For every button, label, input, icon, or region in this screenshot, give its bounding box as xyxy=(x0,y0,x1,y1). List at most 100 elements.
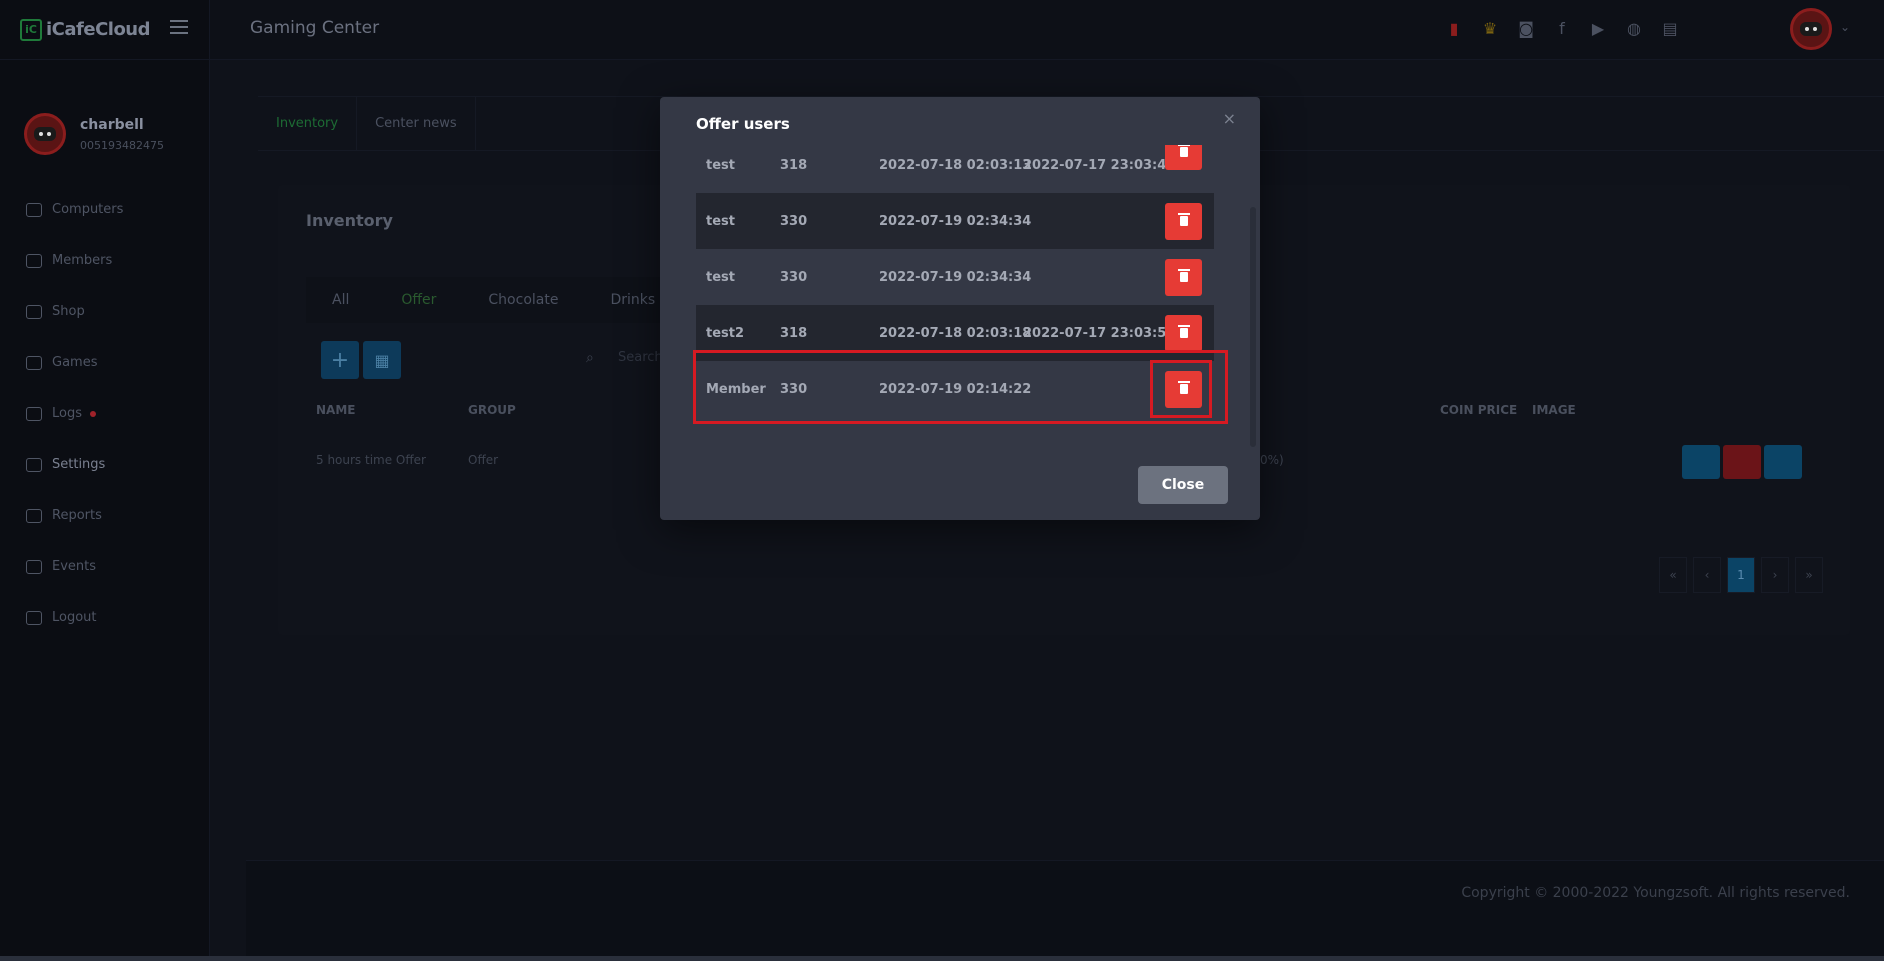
sidebar-item-members[interactable]: Members xyxy=(0,235,209,286)
brand: iC iCafeCloud xyxy=(0,0,209,60)
user-name: test xyxy=(706,213,735,229)
users-icon xyxy=(26,253,42,268)
profile-name: charbell xyxy=(80,116,144,133)
user-date-end: 2022-07-17 23:03:52 xyxy=(1023,325,1176,341)
delete-button[interactable] xyxy=(1723,445,1761,479)
user-coin: 318 xyxy=(780,325,808,341)
sidebar-item-logs[interactable]: Logs xyxy=(0,388,209,439)
sidebar-item-settings[interactable]: Settings xyxy=(0,439,209,490)
list-item: test 330 2022-07-19 02:34:34 xyxy=(696,249,1214,305)
trash-icon xyxy=(1177,325,1190,338)
page-first[interactable]: « xyxy=(1659,557,1687,593)
highlight-delete-box xyxy=(1150,360,1212,418)
category-tab-chocolate[interactable]: Chocolate xyxy=(462,277,584,323)
pagination: « ‹ 1 › » xyxy=(1659,557,1823,593)
delete-user-button[interactable] xyxy=(1165,202,1202,240)
user-name: test2 xyxy=(706,325,745,341)
sidebar-item-computers[interactable]: Computers xyxy=(0,184,209,235)
trash-icon xyxy=(1177,213,1190,226)
user-coin: 330 xyxy=(780,269,808,285)
profile: charbell 005193482475 xyxy=(0,60,209,184)
offer-users-modal: Offer users × test 318 2022-07-18 02:03:… xyxy=(660,97,1260,520)
category-tab-offer[interactable]: Offer xyxy=(375,277,462,323)
category-tab-all[interactable]: All xyxy=(306,277,375,323)
crown-icon xyxy=(26,559,42,574)
logout-icon xyxy=(26,610,42,625)
user-coin: 318 xyxy=(780,157,808,173)
tab-center-news[interactable]: Center news xyxy=(357,97,476,150)
page-title: Gaming Center xyxy=(250,18,380,38)
monitor-icon xyxy=(26,202,42,217)
delete-user-button[interactable] xyxy=(1165,145,1202,170)
reports-icon xyxy=(26,508,42,523)
plus-icon: + xyxy=(330,347,350,373)
inventory-title: Inventory xyxy=(306,211,393,230)
delete-user-button[interactable] xyxy=(1165,314,1202,352)
sidebar: iC iCafeCloud charbell 005193482475 Comp… xyxy=(0,0,210,961)
sidebar-item-games[interactable]: Games xyxy=(0,337,209,388)
user-coin: 330 xyxy=(780,213,808,229)
page-last[interactable]: » xyxy=(1795,557,1823,593)
social-links: ▮ ♛ ◙ f ▶ ◍ ▤ xyxy=(1442,16,1682,40)
schedule-button[interactable]: ▦ xyxy=(363,341,401,379)
topbar: Gaming Center ▮ ♛ ◙ f ▶ ◍ ▤ ⌄ xyxy=(210,0,1884,60)
hamburger-menu-icon[interactable] xyxy=(170,20,188,34)
brand-logo-icon: iC xyxy=(20,18,42,41)
column-group: GROUP xyxy=(468,403,516,417)
tab-inventory[interactable]: Inventory xyxy=(258,97,358,150)
category-tabs: All Offer Chocolate Drinks xyxy=(306,277,682,323)
calendar-icon xyxy=(26,406,42,421)
search-input[interactable]: Search xyxy=(618,350,663,365)
user-date-start: 2022-07-18 02:03:18 xyxy=(879,325,1032,341)
close-icon[interactable]: × xyxy=(1223,109,1236,128)
row-pct: 0%) xyxy=(1260,453,1284,467)
sidebar-item-logout[interactable]: Logout xyxy=(0,592,209,643)
user-date-end: 2022-07-17 23:03:43 xyxy=(1023,157,1176,173)
user-date-start: 2022-07-19 02:34:34 xyxy=(879,213,1032,229)
column-name: NAME xyxy=(316,403,356,417)
sidebar-item-shop[interactable]: Shop xyxy=(0,286,209,337)
row-name: 5 hours time Offer xyxy=(316,453,426,467)
cart-icon xyxy=(26,304,42,319)
row-group: Offer xyxy=(468,453,499,467)
profile-phone: 005193482475 xyxy=(80,138,164,152)
delete-user-button[interactable] xyxy=(1165,258,1202,296)
book-icon[interactable]: ▤ xyxy=(1658,16,1682,40)
confirm-button[interactable] xyxy=(1764,445,1802,479)
discord-icon[interactable]: ◙ xyxy=(1514,16,1538,40)
modal-title: Offer users xyxy=(696,115,790,133)
page-next[interactable]: › xyxy=(1761,557,1789,593)
page-current[interactable]: 1 xyxy=(1727,557,1755,593)
user-name: test xyxy=(706,269,735,285)
bottom-strip xyxy=(0,956,1884,961)
close-button[interactable]: Close xyxy=(1138,466,1228,504)
sidebar-item-reports[interactable]: Reports xyxy=(0,490,209,541)
user-date-start: 2022-07-19 02:34:34 xyxy=(879,269,1032,285)
settings-icon xyxy=(26,457,42,472)
avatar[interactable] xyxy=(24,113,66,155)
user-date-start: 2022-07-18 02:03:13 xyxy=(879,157,1032,173)
footer: Copyright © 2000-2022 Youngzsoft. All ri… xyxy=(246,860,1884,960)
list-item: test 330 2022-07-19 02:34:34 xyxy=(696,193,1214,249)
calendar-icon: ▦ xyxy=(374,350,390,370)
sidebar-item-events[interactable]: Events xyxy=(0,541,209,592)
page-prev[interactable]: ‹ xyxy=(1693,557,1721,593)
add-button[interactable]: + xyxy=(321,341,359,379)
chevron-down-icon[interactable]: ⌄ xyxy=(1840,20,1850,34)
user-name: test xyxy=(706,157,735,173)
youtube-icon[interactable]: ▶ xyxy=(1586,16,1610,40)
column-coin-price: COIN PRICE xyxy=(1440,403,1518,417)
leaderboard-icon[interactable]: ▮ xyxy=(1442,16,1466,40)
facebook-icon[interactable]: f xyxy=(1550,16,1574,40)
trash-icon xyxy=(1177,269,1190,282)
list-item: test 318 2022-07-18 02:03:13 2022-07-17 … xyxy=(696,145,1214,193)
trophy-icon[interactable]: ♛ xyxy=(1478,16,1502,40)
scrollbar[interactable] xyxy=(1250,207,1256,447)
search-icon: ⌕ xyxy=(586,350,594,366)
column-image: IMAGE xyxy=(1532,403,1576,417)
gamepad-icon xyxy=(26,355,42,370)
trash-icon xyxy=(1177,145,1190,157)
globe-icon[interactable]: ◍ xyxy=(1622,16,1646,40)
user-avatar[interactable] xyxy=(1790,8,1832,50)
edit-button[interactable] xyxy=(1682,445,1720,479)
